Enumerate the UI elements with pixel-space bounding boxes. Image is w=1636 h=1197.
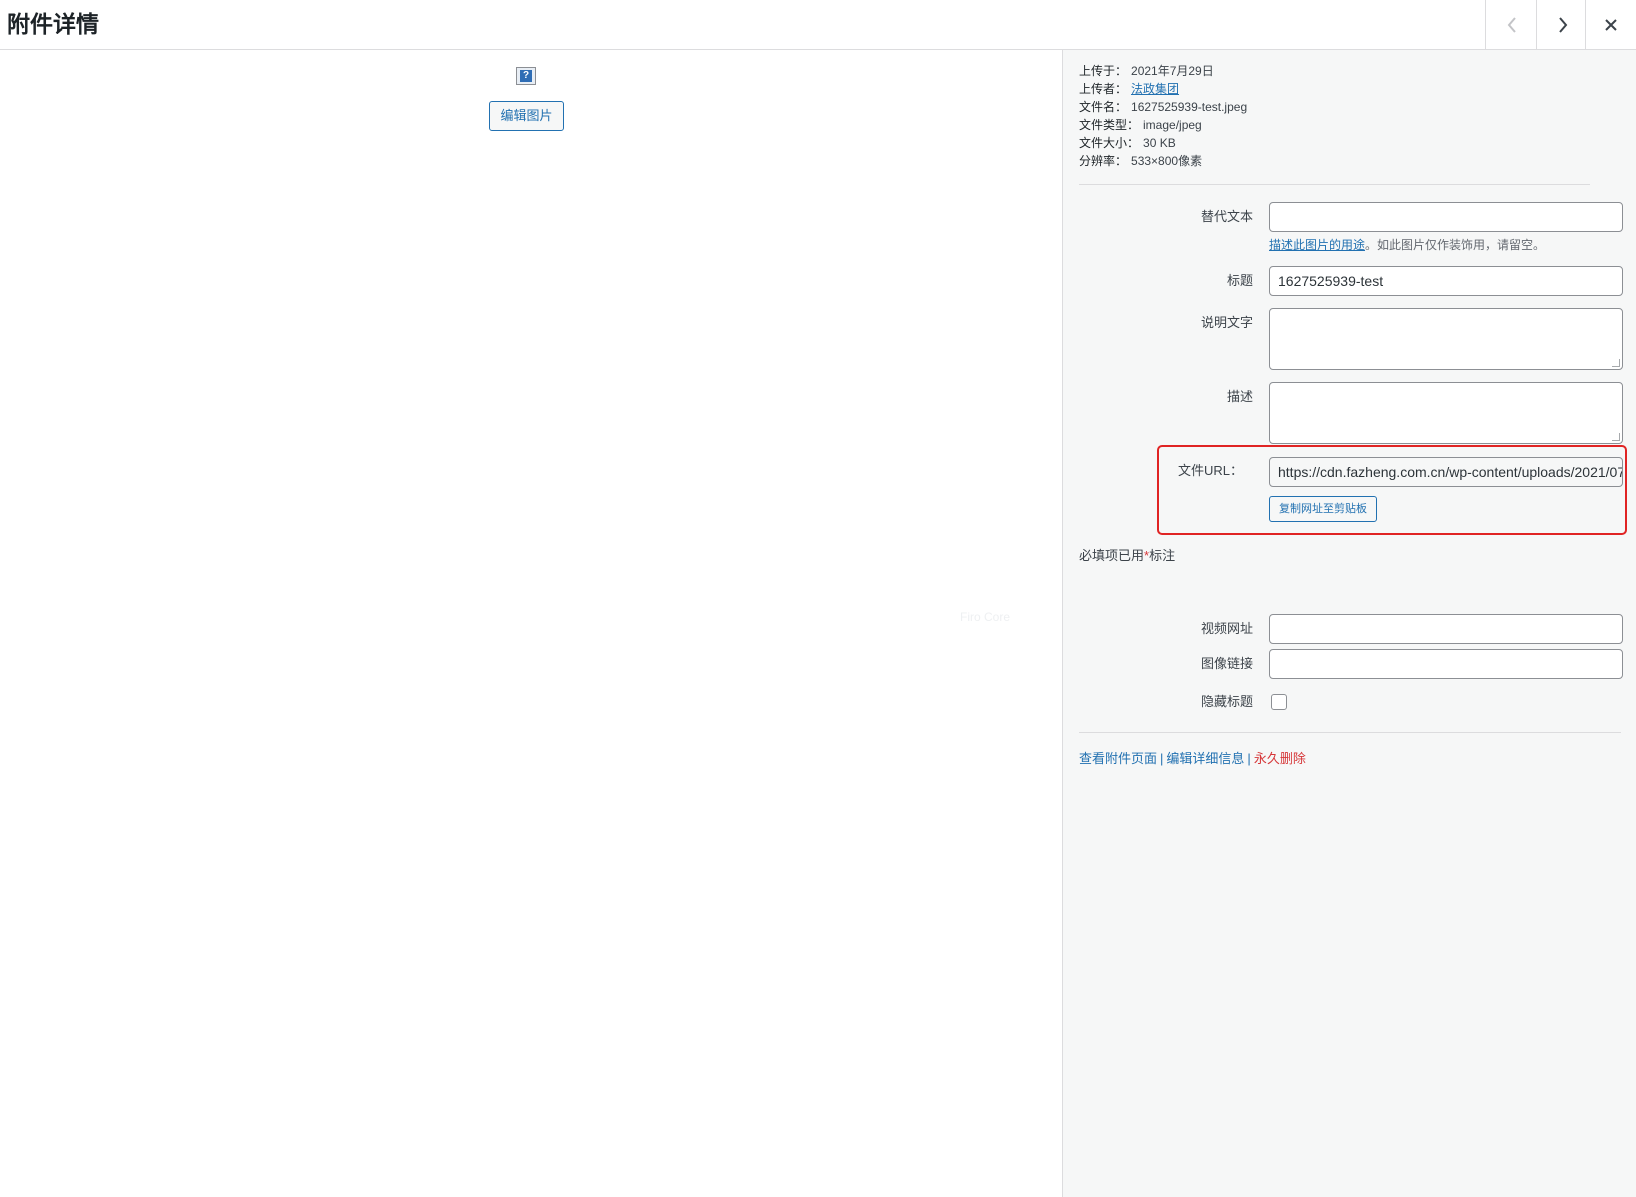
file-url-input[interactable]: https://cdn.fazheng.com.cn/wp-content/up… xyxy=(1269,457,1623,487)
required-note-prefix: 必填项已用 xyxy=(1079,548,1145,563)
meta-dimensions: 分辨率： 533×800像素 xyxy=(1079,152,1247,170)
attachment-info-sidebar: 上传于： 2021年7月29日 上传者： 法政集团 文件名： 162752593… xyxy=(1062,50,1636,1197)
meta-label: 文件名： xyxy=(1079,100,1128,114)
divider xyxy=(1079,732,1621,733)
chevron-right-icon xyxy=(1558,16,1567,33)
close-icon xyxy=(1605,18,1617,31)
edit-image-button[interactable]: 编辑图片 xyxy=(489,101,564,131)
resize-handle-icon[interactable] xyxy=(1612,359,1620,367)
meta-file-type: 文件类型： image/jpeg xyxy=(1079,116,1247,134)
attachment-actions: 查看附件页面 | 编辑详细信息 | 永久删除 xyxy=(1079,748,1306,767)
previous-button[interactable] xyxy=(1485,0,1537,49)
meta-file-name: 文件名： 1627525939-test.jpeg xyxy=(1079,98,1247,116)
resize-handle-icon[interactable] xyxy=(1612,433,1620,441)
alt-text-input[interactable] xyxy=(1269,202,1623,232)
attachment-details-modal: 附件详情 ? 编辑图片 Firo Core 上传于： 2021年7月29日 上传… xyxy=(0,0,1636,1197)
view-attachment-page-link[interactable]: 查看附件页面 xyxy=(1079,751,1157,766)
meta-label: 文件类型： xyxy=(1079,118,1140,132)
meta-label: 上传于： xyxy=(1079,64,1128,78)
caption-label: 说明文字 xyxy=(1200,315,1253,330)
file-url-label: 文件URL： xyxy=(1177,463,1243,478)
meta-value: 30 KB xyxy=(1143,136,1176,150)
video-url-input[interactable] xyxy=(1269,614,1623,644)
file-metadata: 上传于： 2021年7月29日 上传者： 法政集团 文件名： 162752593… xyxy=(1079,62,1247,170)
required-fields-note: 必填项已用*标注 xyxy=(1079,545,1175,564)
alt-text-help: 描述此图片的用途。如此图片仅作装饰用，请留空。 xyxy=(1269,236,1545,254)
alt-text-label: 替代文本 xyxy=(1200,209,1253,224)
alt-text-help-link[interactable]: 描述此图片的用途 xyxy=(1269,238,1365,252)
hide-title-label: 隐藏标题 xyxy=(1200,694,1253,709)
uploader-link[interactable]: 法政集团 xyxy=(1131,82,1179,96)
title-input[interactable]: 1627525939-test xyxy=(1269,266,1623,296)
image-link-label: 图像链接 xyxy=(1200,656,1253,671)
delete-permanently-link[interactable]: 永久删除 xyxy=(1254,751,1306,766)
divider xyxy=(1079,184,1590,185)
close-button[interactable] xyxy=(1585,0,1636,49)
separator: | xyxy=(1247,751,1251,766)
separator: | xyxy=(1160,751,1164,766)
title-label: 标题 xyxy=(1226,273,1253,288)
description-label: 描述 xyxy=(1226,389,1253,404)
meta-label: 上传者： xyxy=(1079,82,1128,96)
copy-url-button[interactable]: 复制网址至剪贴板 xyxy=(1269,496,1377,522)
required-note-suffix: 标注 xyxy=(1149,548,1176,563)
caption-textarea[interactable] xyxy=(1269,308,1623,370)
video-url-label: 视频网址 xyxy=(1200,621,1253,636)
meta-label: 分辨率： xyxy=(1079,154,1128,168)
chevron-left-icon xyxy=(1507,16,1516,33)
image-link-input[interactable] xyxy=(1269,649,1623,679)
alt-text-help-text: 。如此图片仅作装饰用，请留空。 xyxy=(1365,238,1546,252)
image-preview-pane: ? 编辑图片 Firo Core xyxy=(0,50,1062,1197)
page-title: 附件详情 xyxy=(7,11,99,37)
meta-file-size: 文件大小： 30 KB xyxy=(1079,134,1247,152)
meta-label: 文件大小： xyxy=(1079,136,1140,150)
edit-details-link[interactable]: 编辑详细信息 xyxy=(1166,751,1244,766)
broken-image-icon: ? xyxy=(516,67,536,85)
meta-value: 533×800像素 xyxy=(1131,154,1203,168)
meta-value: 1627525939-test.jpeg xyxy=(1131,100,1248,114)
watermark: Firo Core xyxy=(960,610,1011,624)
modal-header: 附件详情 xyxy=(0,0,1636,50)
next-button[interactable] xyxy=(1536,0,1588,49)
hide-title-checkbox[interactable] xyxy=(1271,694,1287,710)
meta-uploaded-by: 上传者： 法政集团 xyxy=(1079,80,1247,98)
meta-value: 2021年7月29日 xyxy=(1131,64,1214,78)
meta-uploaded-on: 上传于： 2021年7月29日 xyxy=(1079,62,1247,80)
meta-value: image/jpeg xyxy=(1143,118,1202,132)
description-textarea[interactable] xyxy=(1269,382,1623,444)
